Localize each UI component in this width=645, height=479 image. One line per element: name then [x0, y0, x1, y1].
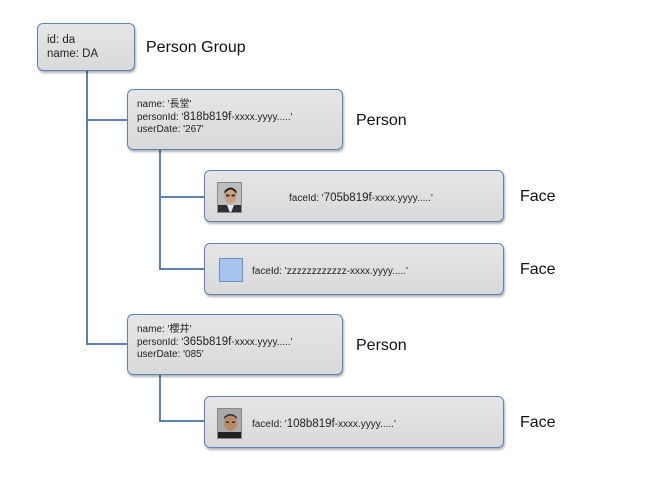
group-name: name: DA	[47, 48, 99, 60]
connector-person-2-trunk	[159, 374, 161, 422]
person-node-2: name: '櫻井' personId: '365b819f-xxxx.yyyy…	[127, 314, 343, 375]
face-photo-icon	[217, 182, 242, 213]
face-1-1-id: faceId: '705b819f-xxxx.yyyy.....'	[289, 192, 433, 204]
person-group-label: Person Group	[146, 39, 246, 56]
connector-person-1-to-face-1	[159, 196, 205, 198]
person-1-label: Person	[356, 112, 407, 129]
person-group-node: id: da name: DA	[37, 23, 135, 71]
connector-person-1-to-face-2	[159, 268, 205, 270]
group-id: id: da	[47, 34, 76, 46]
face-1-2-id: faceId: 'zzzzzzzzzzzz-xxxx.yyyy.....'	[252, 266, 408, 277]
person-2-person-id: personId: '365b819f-xxxx.yyyy.....'	[137, 336, 293, 348]
face-2-1-label: Face	[520, 414, 556, 431]
face-node-1-1: faceId: '705b819f-xxxx.yyyy.....'	[204, 170, 504, 222]
face-photo-icon	[217, 408, 242, 439]
face-1-2-label: Face	[520, 261, 556, 278]
connector-group-trunk	[86, 70, 88, 344]
face-node-2-1: faceId: '108b819f-xxxx.yyyy.....'	[204, 396, 504, 448]
person-1-user-date: userDate: '267'	[137, 124, 204, 135]
person-node-1: name: '長堂' personId: '818b819f-xxxx.yyyy…	[127, 89, 343, 150]
person-1-person-id: personId: '818b819f-xxxx.yyyy.....'	[137, 111, 293, 123]
person-1-name: name: '長堂'	[137, 99, 192, 110]
person-2-label: Person	[356, 337, 407, 354]
face-node-1-2: faceId: 'zzzzzzzzzzzz-xxxx.yyyy.....'	[204, 243, 504, 295]
connector-group-to-person-1	[86, 119, 128, 121]
connector-person-2-to-face-1	[159, 420, 205, 422]
person-2-user-date: userDate: '085'	[137, 349, 204, 360]
face-2-1-id: faceId: '108b819f-xxxx.yyyy.....'	[252, 418, 396, 430]
person-2-name: name: '櫻井'	[137, 324, 192, 335]
connector-group-to-person-2	[86, 343, 128, 345]
connector-person-1-trunk	[159, 150, 161, 269]
blue-square-icon	[219, 258, 243, 282]
face-1-1-label: Face	[520, 188, 556, 205]
